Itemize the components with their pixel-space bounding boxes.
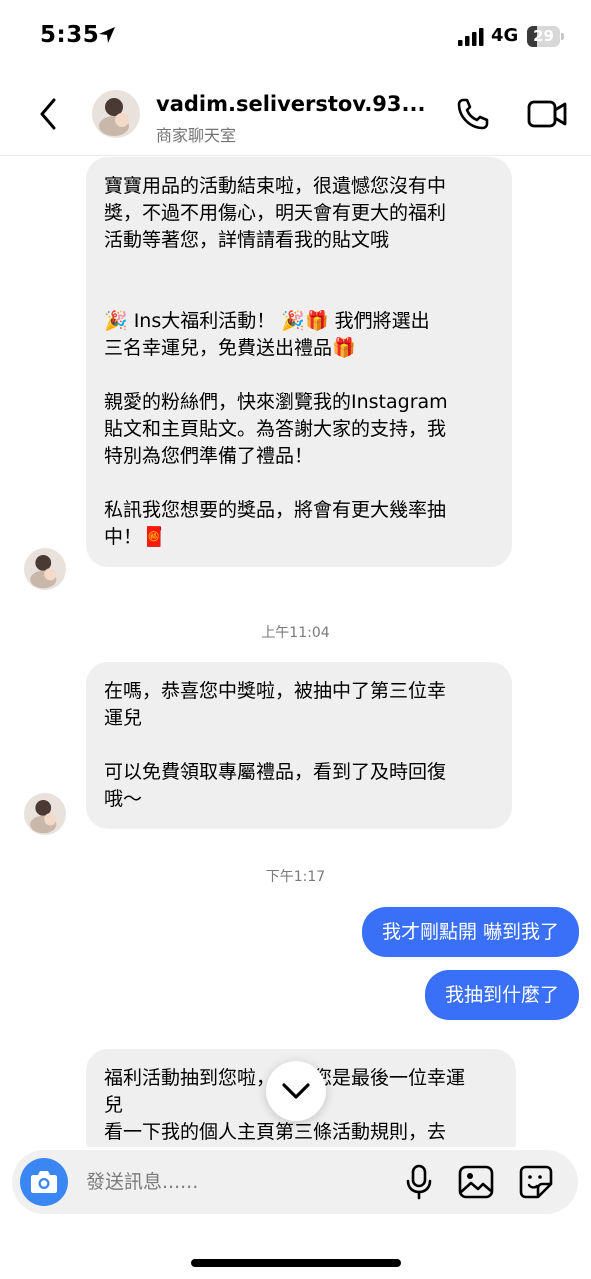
sticker-icon[interactable] xyxy=(518,1164,554,1200)
chat-username[interactable]: vadim.seliverstov.93... xyxy=(156,92,441,116)
back-button[interactable] xyxy=(30,92,66,136)
location-arrow-icon xyxy=(99,27,115,43)
sender-avatar[interactable] xyxy=(24,793,66,835)
camera-icon xyxy=(31,1171,57,1193)
timestamp: 下午1:17 xyxy=(265,869,326,885)
message-input[interactable] xyxy=(86,1168,386,1196)
timestamp: 上午11:04 xyxy=(261,625,330,641)
microphone-icon[interactable] xyxy=(404,1164,434,1200)
battery-icon: 29 xyxy=(527,26,564,47)
status-bar: 5:35 4G 29 xyxy=(0,0,591,72)
camera-button[interactable] xyxy=(20,1158,68,1206)
signal-icon xyxy=(458,28,484,46)
home-indicator xyxy=(191,1259,401,1267)
message-thread[interactable]: 寶寶用品的活動結束啦，很遺憾您沒有中 獎，不過不用傷心，明天會有更大的福利 活動… xyxy=(0,157,591,1147)
scroll-to-bottom-button[interactable] xyxy=(266,1061,326,1121)
message-composer xyxy=(12,1150,578,1214)
status-time: 5:35 xyxy=(40,22,100,48)
battery-level: 29 xyxy=(533,27,554,45)
outgoing-message[interactable]: 我才剛點開 嚇到我了 xyxy=(361,907,579,957)
video-camera-icon[interactable] xyxy=(526,96,568,132)
outgoing-message[interactable]: 我抽到什麼了 xyxy=(424,970,579,1020)
network-label: 4G xyxy=(491,25,519,46)
incoming-message[interactable]: 在嗎，恭喜您中獎啦，被抽中了第三位幸 運兒 可以免費領取專屬禮品，看到了及時回復… xyxy=(86,662,512,829)
chat-header: vadim.seliverstov.93... 商家聊天室 xyxy=(0,72,591,156)
chevron-down-icon xyxy=(282,1083,310,1099)
header-avatar[interactable] xyxy=(92,90,140,138)
sender-avatar[interactable] xyxy=(24,548,66,590)
chat-subtitle: 商家聊天室 xyxy=(156,126,237,145)
incoming-message[interactable]: 寶寶用品的活動結束啦，很遺憾您沒有中 獎，不過不用傷心，明天會有更大的福利 活動… xyxy=(86,157,512,567)
phone-icon[interactable] xyxy=(455,96,491,132)
image-icon[interactable] xyxy=(458,1164,494,1200)
